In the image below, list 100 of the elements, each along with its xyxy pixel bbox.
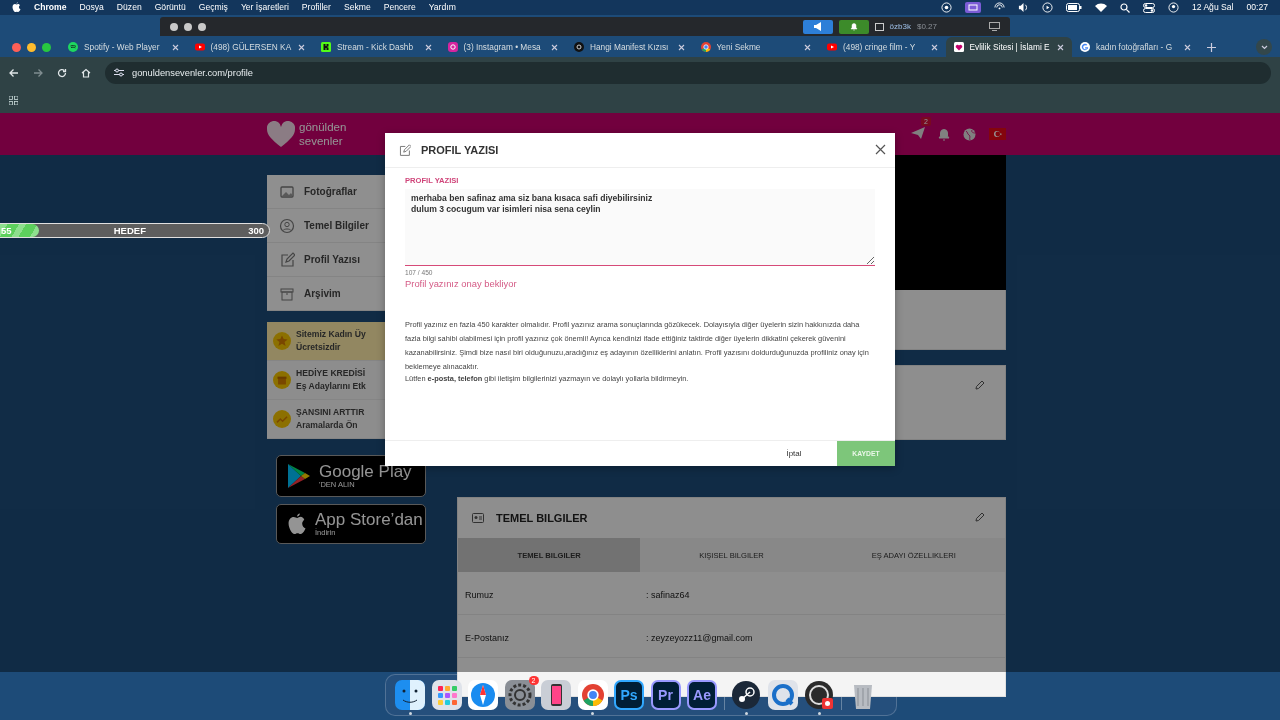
- finder-icon[interactable]: [395, 679, 425, 710]
- close-icon[interactable]: [677, 43, 685, 51]
- favicon-icon: [574, 42, 584, 52]
- plane-icon[interactable]: [911, 127, 925, 139]
- close-icon[interactable]: [551, 43, 558, 51]
- close-icon[interactable]: [171, 43, 179, 51]
- browser-tab[interactable]: Evlilik Sitesi | İslami E: [945, 37, 1072, 57]
- control-center-icon[interactable]: [1142, 2, 1155, 13]
- forward-icon[interactable]: [33, 67, 43, 78]
- minimize-button[interactable]: [27, 42, 36, 52]
- favicon-icon: [1080, 42, 1090, 52]
- close-icon[interactable]: [930, 43, 938, 51]
- globe-icon[interactable]: [963, 127, 976, 141]
- progress-label: HEDEF: [113, 225, 146, 236]
- menu-item[interactable]: Geçmiş: [198, 0, 228, 15]
- battery-icon[interactable]: [1065, 3, 1082, 12]
- close-icon[interactable]: [1057, 43, 1064, 51]
- apps-grid-icon[interactable]: [9, 96, 18, 105]
- browser-tab[interactable]: (3) Instagram • Mesa: [439, 37, 566, 57]
- menu-item[interactable]: Profiller: [301, 0, 331, 15]
- back-icon[interactable]: [9, 67, 19, 78]
- browser-tab[interactable]: Spotify - Web Player: [60, 37, 187, 57]
- user-switch-icon[interactable]: [1167, 2, 1179, 13]
- apple-logo-icon: [287, 512, 307, 536]
- dialog-title: PROFIL YAZISI: [421, 144, 499, 156]
- tab-search-button[interactable]: [1256, 39, 1272, 55]
- heart-logo-icon: [267, 121, 295, 147]
- play-store-icon: [287, 463, 311, 489]
- wifi-icon[interactable]: [1094, 2, 1107, 13]
- archive-icon: [279, 285, 295, 302]
- field-label: E-Postanız: [465, 632, 511, 643]
- app-grid-icon[interactable]: [431, 679, 462, 710]
- status-icon[interactable]: [940, 2, 952, 13]
- window-dot[interactable]: [170, 22, 178, 31]
- bell-icon[interactable]: [938, 127, 950, 141]
- browser-tab[interactable]: (498) GÜLERSEN KA: [186, 37, 313, 57]
- browser-tab[interactable]: (498) cringe film - Y: [819, 37, 946, 57]
- progress-goal: 300: [248, 225, 264, 236]
- wallet-icon: [874, 22, 884, 31]
- steam-icon[interactable]: [731, 679, 761, 710]
- close-icon[interactable]: [1183, 43, 1191, 51]
- menu-item[interactable]: Sekme: [343, 0, 371, 15]
- browser-tab[interactable]: Yeni Sekme: [692, 37, 819, 57]
- date-text[interactable]: 12 Ağu Sal: [1191, 0, 1234, 15]
- pencil-icon[interactable]: [975, 380, 985, 390]
- user-icon: [279, 217, 295, 234]
- phone-icon[interactable]: [541, 679, 571, 710]
- close-window-button[interactable]: [12, 42, 21, 52]
- image-icon: [279, 183, 295, 200]
- language-flag[interactable]: [989, 128, 1006, 140]
- window-dot[interactable]: [198, 22, 206, 31]
- account-name[interactable]: özb3k: [889, 22, 911, 31]
- apple-logo-icon: [12, 2, 21, 13]
- record-app-icon[interactable]: [804, 679, 834, 710]
- window-dot[interactable]: [184, 22, 192, 31]
- new-tab-icon[interactable]: [1206, 43, 1216, 52]
- field-label: Rumuz: [465, 589, 495, 600]
- screen-share-icon[interactable]: [964, 2, 981, 13]
- menu-item[interactable]: Pencere: [383, 0, 416, 15]
- field-value: : safinaz64: [646, 589, 690, 600]
- favicon-icon: [700, 42, 711, 52]
- search-icon[interactable]: [1119, 2, 1130, 13]
- zoom-button[interactable]: [42, 42, 51, 52]
- id-card-icon: [472, 513, 484, 523]
- browser-tab[interactable]: kadın fotoğrafları - G: [1072, 37, 1199, 57]
- app-icon[interactable]: Ae: [687, 679, 717, 710]
- edit-icon: [398, 143, 411, 157]
- balance-text: $0.27: [916, 22, 937, 31]
- play-icon[interactable]: [1041, 2, 1053, 13]
- favicon-icon: [194, 42, 205, 52]
- app-icon[interactable]: Ps: [614, 679, 644, 710]
- reload-icon[interactable]: [57, 67, 67, 78]
- close-icon[interactable]: [298, 43, 305, 51]
- monitor-icon[interactable]: [989, 22, 1000, 31]
- pencil-icon[interactable]: [975, 512, 985, 522]
- browser-tab[interactable]: Hangi Manifest Kızısı: [566, 37, 693, 57]
- address-bar[interactable]: gonuldensevenler.com/profile: [105, 61, 1271, 84]
- favicon-icon: [447, 42, 458, 52]
- alert-button[interactable]: [838, 19, 869, 34]
- browser-tab[interactable]: Stream - Kick Dashb: [313, 37, 440, 57]
- app-menu[interactable]: Chrome: [34, 0, 67, 15]
- menu-item[interactable]: Düzen: [116, 0, 142, 15]
- edit-icon: [279, 251, 295, 268]
- compass-icon[interactable]: [468, 679, 498, 710]
- menu-item[interactable]: Yardım: [428, 0, 456, 15]
- favicon-icon: [321, 42, 331, 52]
- volume-icon[interactable]: [1017, 2, 1029, 13]
- menu-item[interactable]: Yer İşaretleri: [240, 0, 289, 15]
- home-icon[interactable]: [81, 67, 91, 78]
- close-icon[interactable]: [804, 43, 811, 51]
- announce-button[interactable]: [802, 19, 833, 34]
- clock-text[interactable]: 00:27: [1246, 0, 1268, 15]
- menu-item[interactable]: Görüntü: [154, 0, 186, 15]
- site-logo[interactable]: gönülden sevenler: [267, 118, 347, 150]
- megaphone-icon: [812, 22, 823, 31]
- crescent-star-icon: [992, 130, 1003, 138]
- close-icon[interactable]: [424, 43, 432, 51]
- menu-item[interactable]: Dosya: [79, 0, 104, 15]
- section-title: TEMEL BILGILER: [496, 512, 588, 524]
- text-area[interactable]: merhaba ben safinaz ama siz bana kısaca safi diyebilirsiniz dulum 3 cocugum var isimleri nisa sena ceylin: [405, 189, 875, 266]
